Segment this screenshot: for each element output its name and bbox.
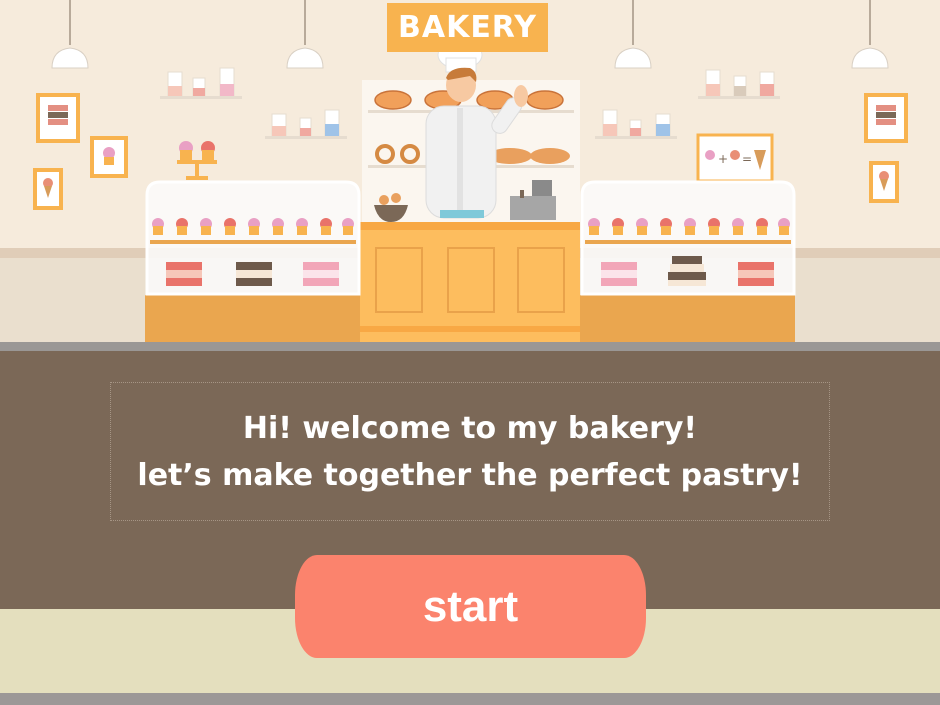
layer-cake-icon (166, 262, 339, 286)
cake-picture-icon (864, 93, 908, 143)
cupcake-picture-icon (90, 136, 128, 178)
bakery-sign: BAKERY (387, 3, 548, 52)
welcome-dialog: Hi! welcome to my bakery! let’s make tog… (110, 382, 830, 521)
display-case-left (145, 180, 361, 342)
svg-text:=: = (742, 152, 752, 166)
cupcake-icon (152, 218, 354, 235)
icecream-picture-icon (33, 168, 63, 210)
svg-text:+: + (718, 152, 728, 166)
bakery-background: + = (0, 0, 940, 351)
welcome-line-2: let’s make together the perfect pastry! (137, 457, 803, 493)
bakery-game-scene: + = BAKERY Hi! welcome to my bakery! let… (0, 0, 940, 705)
display-case-right (580, 180, 796, 342)
floor-edge (0, 693, 940, 705)
recipe-board-icon: + = (696, 133, 774, 183)
cupcake-icon (588, 218, 790, 235)
icecream-picture-icon (869, 161, 899, 203)
welcome-line-1: Hi! welcome to my bakery! (242, 410, 698, 446)
cake-picture-icon (36, 93, 80, 143)
start-button[interactable]: start (295, 555, 646, 658)
